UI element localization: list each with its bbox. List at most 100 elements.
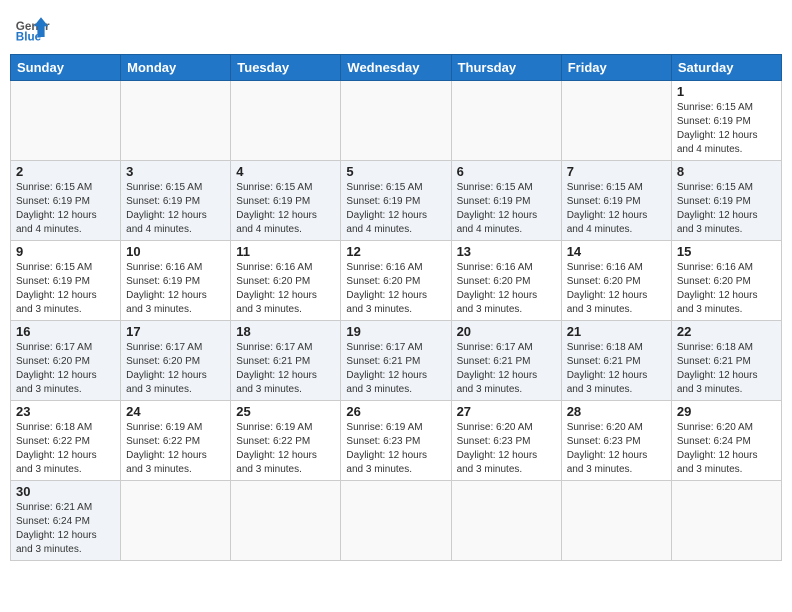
day-number: 26 bbox=[346, 404, 445, 419]
day-number: 18 bbox=[236, 324, 335, 339]
calendar-cell: 13Sunrise: 6:16 AM Sunset: 6:20 PM Dayli… bbox=[451, 241, 561, 321]
calendar-cell: 15 Sunrise: 6:16 AM Sunset: 6:20 PM Dayli… bbox=[671, 241, 781, 321]
day-info: Sunrise: 6:15 AM Sunset: 6:19 PM Dayligh… bbox=[677, 181, 776, 237]
day-number: 15 bbox=[677, 244, 776, 259]
calendar-cell: 30Sunrise: 6:21 AM Sunset: 6:24 PM Dayli… bbox=[11, 481, 121, 561]
calendar-cell: 21 Sunrise: 6:18 AM Sunset: 6:21 PM Dayli… bbox=[561, 321, 671, 401]
calendar-cell bbox=[121, 81, 231, 161]
day-number: 22 bbox=[677, 324, 776, 339]
weekday-header-friday: Friday bbox=[561, 55, 671, 81]
week-row-6: 30Sunrise: 6:21 AM Sunset: 6:24 PM Dayli… bbox=[11, 481, 782, 561]
week-row-1: 1Sunrise: 6:15 AM Sunset: 6:19 PM Daylig… bbox=[11, 81, 782, 161]
day-number: 25 bbox=[236, 404, 335, 419]
calendar-cell bbox=[561, 81, 671, 161]
day-number: 23 bbox=[16, 404, 115, 419]
logo-icon: General Blue bbox=[14, 10, 50, 46]
calendar-cell: 17 Sunrise: 6:17 AM Sunset: 6:20 PM Dayli… bbox=[121, 321, 231, 401]
day-number: 8 bbox=[677, 164, 776, 179]
calendar-cell: 12 Sunrise: 6:16 AM Sunset: 6:20 PM Dayli… bbox=[341, 241, 451, 321]
calendar-cell bbox=[451, 81, 561, 161]
week-row-5: 23 Sunrise: 6:18 AM Sunset: 6:22 PM Dayli… bbox=[11, 401, 782, 481]
calendar-cell bbox=[451, 481, 561, 561]
day-info: Sunrise: 6:16 AM Sunset: 6:20 PM Dayligh… bbox=[567, 261, 666, 317]
day-info: Sunrise: 6:15 AM Sunset: 6:19 PM Dayligh… bbox=[346, 181, 445, 237]
day-number: 3 bbox=[126, 164, 225, 179]
day-info: Sunrise: 6:18 AM Sunset: 6:22 PM Dayligh… bbox=[16, 421, 115, 477]
weekday-header-monday: Monday bbox=[121, 55, 231, 81]
day-info: Sunrise: 6:16 AM Sunset: 6:20 PM Dayligh… bbox=[236, 261, 335, 317]
day-info: Sunrise: 6:15 AM Sunset: 6:19 PM Dayligh… bbox=[567, 181, 666, 237]
day-info: Sunrise: 6:20 AM Sunset: 6:23 PM Dayligh… bbox=[457, 421, 556, 477]
calendar-cell bbox=[231, 481, 341, 561]
day-number: 12 bbox=[346, 244, 445, 259]
calendar-cell: 10Sunrise: 6:16 AM Sunset: 6:19 PM Dayli… bbox=[121, 241, 231, 321]
calendar-cell: 18Sunrise: 6:17 AM Sunset: 6:21 PM Dayli… bbox=[231, 321, 341, 401]
calendar-cell: 9 Sunrise: 6:15 AM Sunset: 6:19 PM Daylig… bbox=[11, 241, 121, 321]
calendar-cell: 2Sunrise: 6:15 AM Sunset: 6:19 PM Daylig… bbox=[11, 161, 121, 241]
weekday-header-wednesday: Wednesday bbox=[341, 55, 451, 81]
day-info: Sunrise: 6:15 AM Sunset: 6:19 PM Dayligh… bbox=[457, 181, 556, 237]
day-info: Sunrise: 6:15 AM Sunset: 6:19 PM Dayligh… bbox=[677, 101, 776, 157]
calendar-cell: 5 Sunrise: 6:15 AM Sunset: 6:19 PM Daylig… bbox=[341, 161, 451, 241]
day-number: 29 bbox=[677, 404, 776, 419]
day-info: Sunrise: 6:18 AM Sunset: 6:21 PM Dayligh… bbox=[677, 341, 776, 397]
day-info: Sunrise: 6:15 AM Sunset: 6:19 PM Dayligh… bbox=[236, 181, 335, 237]
week-row-2: 2Sunrise: 6:15 AM Sunset: 6:19 PM Daylig… bbox=[11, 161, 782, 241]
day-number: 9 bbox=[16, 244, 115, 259]
calendar-cell: 25 Sunrise: 6:19 AM Sunset: 6:22 PM Dayli… bbox=[231, 401, 341, 481]
page-header: General Blue bbox=[10, 10, 782, 46]
day-info: Sunrise: 6:15 AM Sunset: 6:19 PM Dayligh… bbox=[16, 181, 115, 237]
day-number: 16 bbox=[16, 324, 115, 339]
day-number: 5 bbox=[346, 164, 445, 179]
day-number: 20 bbox=[457, 324, 556, 339]
day-info: Sunrise: 6:15 AM Sunset: 6:19 PM Dayligh… bbox=[126, 181, 225, 237]
calendar-cell: 6Sunrise: 6:15 AM Sunset: 6:19 PM Daylig… bbox=[451, 161, 561, 241]
calendar-cell: 28 Sunrise: 6:20 AM Sunset: 6:23 PM Dayli… bbox=[561, 401, 671, 481]
day-info: Sunrise: 6:17 AM Sunset: 6:21 PM Dayligh… bbox=[457, 341, 556, 397]
calendar-cell bbox=[231, 81, 341, 161]
calendar-cell: 7 Sunrise: 6:15 AM Sunset: 6:19 PM Daylig… bbox=[561, 161, 671, 241]
weekday-header-tuesday: Tuesday bbox=[231, 55, 341, 81]
day-info: Sunrise: 6:17 AM Sunset: 6:20 PM Dayligh… bbox=[126, 341, 225, 397]
day-info: Sunrise: 6:19 AM Sunset: 6:22 PM Dayligh… bbox=[126, 421, 225, 477]
weekday-header-sunday: Sunday bbox=[11, 55, 121, 81]
calendar-cell: 3 Sunrise: 6:15 AM Sunset: 6:19 PM Daylig… bbox=[121, 161, 231, 241]
week-row-3: 9 Sunrise: 6:15 AM Sunset: 6:19 PM Daylig… bbox=[11, 241, 782, 321]
calendar-cell bbox=[11, 81, 121, 161]
day-number: 14 bbox=[567, 244, 666, 259]
calendar-cell bbox=[341, 81, 451, 161]
day-info: Sunrise: 6:16 AM Sunset: 6:19 PM Dayligh… bbox=[126, 261, 225, 317]
day-info: Sunrise: 6:16 AM Sunset: 6:20 PM Dayligh… bbox=[677, 261, 776, 317]
day-info: Sunrise: 6:17 AM Sunset: 6:21 PM Dayligh… bbox=[346, 341, 445, 397]
calendar-cell bbox=[341, 481, 451, 561]
calendar-cell: 16Sunrise: 6:17 AM Sunset: 6:20 PM Dayli… bbox=[11, 321, 121, 401]
calendar-cell bbox=[561, 481, 671, 561]
calendar-cell: 11Sunrise: 6:16 AM Sunset: 6:20 PM Dayli… bbox=[231, 241, 341, 321]
day-number: 28 bbox=[567, 404, 666, 419]
calendar-cell: 27 Sunrise: 6:20 AM Sunset: 6:23 PM Dayli… bbox=[451, 401, 561, 481]
weekday-header-row: SundayMondayTuesdayWednesdayThursdayFrid… bbox=[11, 55, 782, 81]
day-number: 27 bbox=[457, 404, 556, 419]
day-number: 7 bbox=[567, 164, 666, 179]
day-info: Sunrise: 6:21 AM Sunset: 6:24 PM Dayligh… bbox=[16, 501, 115, 557]
day-number: 24 bbox=[126, 404, 225, 419]
calendar-cell: 22 Sunrise: 6:18 AM Sunset: 6:21 PM Dayli… bbox=[671, 321, 781, 401]
day-info: Sunrise: 6:20 AM Sunset: 6:23 PM Dayligh… bbox=[567, 421, 666, 477]
calendar-cell: 26Sunrise: 6:19 AM Sunset: 6:23 PM Dayli… bbox=[341, 401, 451, 481]
calendar-cell: 8 Sunrise: 6:15 AM Sunset: 6:19 PM Daylig… bbox=[671, 161, 781, 241]
day-info: Sunrise: 6:15 AM Sunset: 6:19 PM Dayligh… bbox=[16, 261, 115, 317]
day-number: 17 bbox=[126, 324, 225, 339]
calendar-cell: 24 Sunrise: 6:19 AM Sunset: 6:22 PM Dayli… bbox=[121, 401, 231, 481]
calendar-cell bbox=[121, 481, 231, 561]
day-info: Sunrise: 6:18 AM Sunset: 6:21 PM Dayligh… bbox=[567, 341, 666, 397]
day-number: 4 bbox=[236, 164, 335, 179]
calendar-cell bbox=[671, 481, 781, 561]
day-info: Sunrise: 6:19 AM Sunset: 6:22 PM Dayligh… bbox=[236, 421, 335, 477]
calendar-cell: 20 Sunrise: 6:17 AM Sunset: 6:21 PM Dayli… bbox=[451, 321, 561, 401]
calendar-cell: 29Sunrise: 6:20 AM Sunset: 6:24 PM Dayli… bbox=[671, 401, 781, 481]
day-number: 19 bbox=[346, 324, 445, 339]
day-info: Sunrise: 6:16 AM Sunset: 6:20 PM Dayligh… bbox=[346, 261, 445, 317]
day-number: 21 bbox=[567, 324, 666, 339]
calendar-cell: 19 Sunrise: 6:17 AM Sunset: 6:21 PM Dayli… bbox=[341, 321, 451, 401]
calendar-cell: 23 Sunrise: 6:18 AM Sunset: 6:22 PM Dayli… bbox=[11, 401, 121, 481]
